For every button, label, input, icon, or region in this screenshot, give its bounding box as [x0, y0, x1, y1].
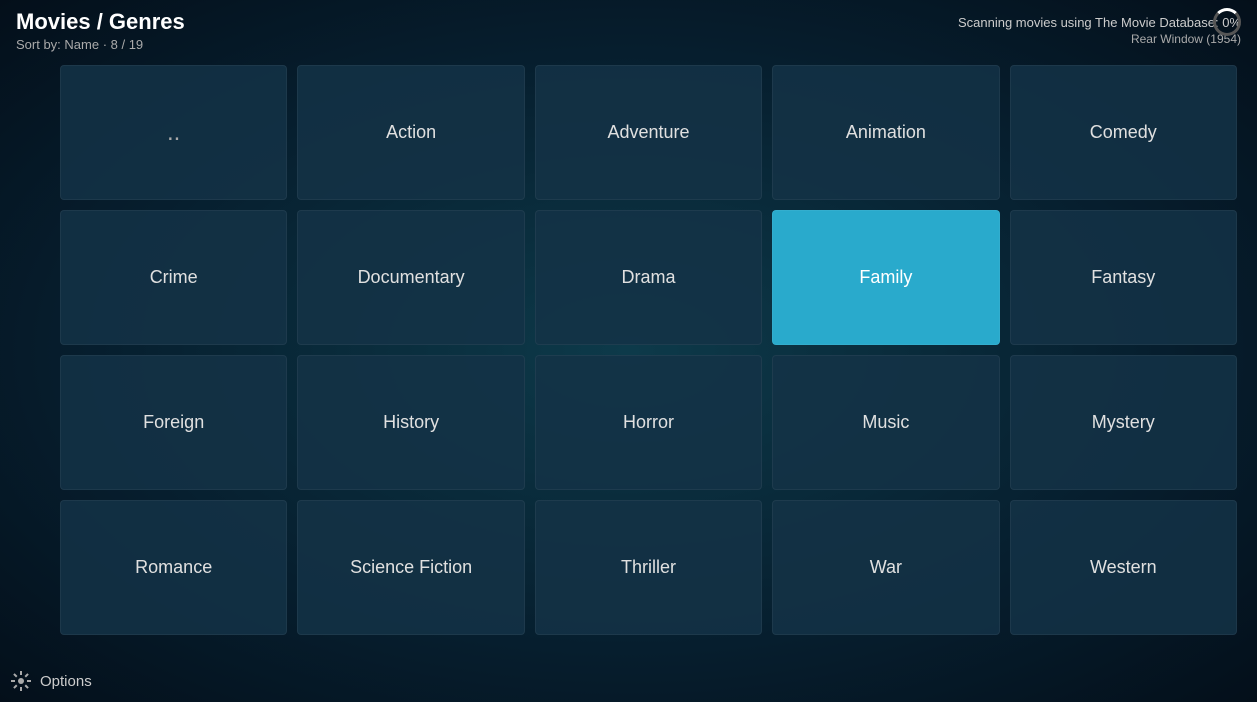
genre-item-crime[interactable]: Crime	[60, 210, 287, 345]
genre-item-adventure[interactable]: Adventure	[535, 65, 762, 200]
footer: Options	[10, 670, 92, 692]
genre-item-animation[interactable]: Animation	[772, 65, 999, 200]
loading-spinner	[1213, 8, 1241, 36]
genre-item-fantasy[interactable]: Fantasy	[1010, 210, 1237, 345]
genre-grid: ..ActionAdventureAnimationComedy CrimeDoc…	[60, 65, 1237, 635]
genre-item-horror[interactable]: Horror	[535, 355, 762, 490]
genre-item-war[interactable]: War	[772, 500, 999, 635]
genre-item-music[interactable]: Music	[772, 355, 999, 490]
genre-item-history[interactable]: History	[297, 355, 524, 490]
genre-item-family[interactable]: Family	[772, 210, 999, 345]
genre-item-western[interactable]: Western	[1010, 500, 1237, 635]
genre-item-dotdot[interactable]: ..	[60, 65, 287, 200]
genre-item-romance[interactable]: Romance	[60, 500, 287, 635]
genre-item-action[interactable]: Action	[297, 65, 524, 200]
genre-item-thriller[interactable]: Thriller	[535, 500, 762, 635]
header-right: Scanning movies using The Movie Database…	[958, 15, 1241, 46]
genre-item-comedy[interactable]: Comedy	[1010, 65, 1237, 200]
genre-item-science-fiction[interactable]: Science Fiction	[297, 500, 524, 635]
options-label[interactable]: Options	[40, 673, 92, 690]
genre-item-drama[interactable]: Drama	[535, 210, 762, 345]
genre-item-mystery[interactable]: Mystery	[1010, 355, 1237, 490]
sort-subtitle: Sort by: Name · 8 / 19	[16, 37, 185, 52]
scanning-status: Scanning movies using The Movie Database…	[958, 15, 1241, 30]
options-icon	[10, 670, 32, 692]
genre-item-documentary[interactable]: Documentary	[297, 210, 524, 345]
header-left: Movies / Genres Sort by: Name · 8 / 19	[16, 9, 185, 52]
genre-item-foreign[interactable]: Foreign	[60, 355, 287, 490]
page-title: Movies / Genres	[16, 9, 185, 35]
